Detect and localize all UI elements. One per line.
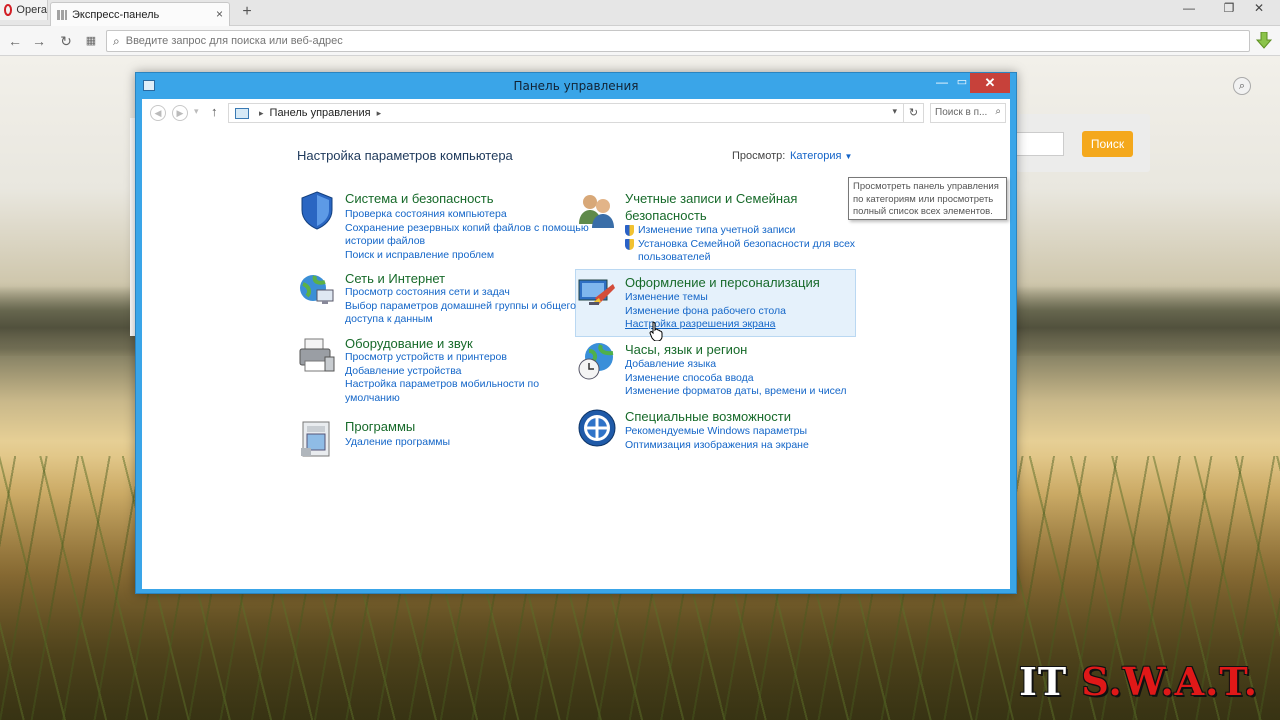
view-by-value: Категория bbox=[790, 150, 842, 162]
search-placeholder: Поиск в п... bbox=[935, 107, 988, 118]
new-tab-button[interactable]: + bbox=[238, 3, 256, 21]
category-title[interactable]: Оформление и персонализация bbox=[625, 274, 865, 291]
watermark-logo: IT S.W.A.T. bbox=[1019, 659, 1258, 704]
breadcrumb[interactable]: ▸ Панель управления ▸ ▾ bbox=[228, 103, 904, 123]
category-link[interactable]: Установка Семейной безопасности для всех… bbox=[625, 238, 875, 265]
category-links: Удаление программы bbox=[345, 436, 595, 450]
category-link[interactable]: Добавление языка bbox=[625, 358, 875, 372]
category-links: Изменение типа учетной записи Установка … bbox=[625, 224, 875, 265]
hand-cursor-icon bbox=[649, 321, 663, 341]
category-link[interactable]: Поиск и исправление проблем bbox=[345, 249, 595, 263]
category-title[interactable]: Оборудование и звук bbox=[345, 335, 585, 352]
nav-back-button[interactable]: ◀ bbox=[150, 105, 166, 121]
category-link[interactable]: Добавление устройства bbox=[345, 365, 595, 379]
address-bar[interactable]: ⌕ bbox=[106, 30, 1250, 52]
clock-globe-icon[interactable] bbox=[577, 341, 617, 381]
appearance-icon[interactable] bbox=[577, 274, 617, 314]
watermark-part-2: S.W.A.T. bbox=[1081, 659, 1258, 704]
back-button[interactable]: ← bbox=[6, 32, 24, 50]
network-globe-icon[interactable] bbox=[297, 270, 337, 310]
browser-maximize-button[interactable]: ❐ bbox=[1216, 0, 1242, 18]
category-link[interactable]: Просмотр устройств и принтеров bbox=[345, 351, 595, 365]
category-links: Просмотр состояния сети и задач Выбор па… bbox=[345, 286, 595, 327]
category-link[interactable]: Проверка состояния компьютера bbox=[345, 208, 595, 222]
category-link[interactable]: Изменение способа ввода bbox=[625, 372, 875, 386]
window-title: Панель управления bbox=[513, 79, 639, 93]
category-link[interactable]: Удаление программы bbox=[345, 436, 595, 450]
watermark-part-1: IT bbox=[1019, 659, 1082, 704]
breadcrumb-item[interactable]: Панель управления bbox=[270, 107, 371, 119]
chevron-down-icon: ▼ bbox=[844, 152, 853, 161]
forward-button[interactable]: → bbox=[30, 32, 48, 50]
category-links: Проверка состояния компьютера Сохранение… bbox=[345, 208, 595, 262]
tab-close-icon[interactable]: × bbox=[216, 7, 223, 21]
view-by-dropdown[interactable]: Категория ▼ bbox=[790, 150, 852, 162]
browser-minimize-button[interactable]: — bbox=[1176, 0, 1202, 18]
browser-toolbar: ← → ↻ ▦ ⌕ bbox=[0, 26, 1280, 56]
category-link[interactable]: Просмотр состояния сети и задач bbox=[345, 286, 595, 300]
download-arrow-icon[interactable] bbox=[1256, 32, 1272, 50]
category-title[interactable]: Специальные возможности bbox=[625, 408, 865, 425]
breadcrumb-separator-icon[interactable]: ▸ bbox=[259, 108, 264, 119]
window-close-button[interactable]: ✕ bbox=[970, 73, 1010, 93]
control-panel-search-input[interactable]: Поиск в п... ⌕ bbox=[930, 103, 1006, 123]
user-accounts-icon[interactable] bbox=[577, 190, 617, 230]
programs-icon[interactable] bbox=[297, 418, 337, 458]
category-link[interactable]: Оптимизация изображения на экране bbox=[625, 439, 875, 453]
category-link[interactable]: Рекомендуемые Windows параметры bbox=[625, 425, 875, 439]
control-panel-window: Панель управления — ▭ ✕ ◀ ▶ ▾ ↑ ▸ Панель… bbox=[135, 72, 1017, 594]
view-by-tooltip: Просмотреть панель управления по категор… bbox=[848, 177, 1007, 220]
security-shield-icon[interactable] bbox=[297, 190, 337, 230]
category-link[interactable]: Изменение темы bbox=[625, 291, 875, 305]
address-input[interactable] bbox=[125, 35, 1126, 47]
browser-tab-bar: Opera Экспресс-панель × + — ❐ ✕ bbox=[0, 0, 1280, 26]
category-link[interactable]: Настройка параметров мобильности по умол… bbox=[345, 378, 595, 405]
navigation-bar: ◀ ▶ ▾ ↑ ▸ Панель управления ▸ ▾ ↻ Поиск … bbox=[142, 99, 1010, 129]
category-links: Добавление языка Изменение способа ввода… bbox=[625, 358, 875, 399]
browser-close-button[interactable]: ✕ bbox=[1246, 0, 1272, 18]
search-icon: ⌕ bbox=[113, 33, 120, 48]
category-title[interactable]: Программы bbox=[345, 418, 585, 435]
category-link[interactable]: Сохранение резервных копий файлов с помо… bbox=[345, 222, 595, 249]
printer-hardware-icon[interactable] bbox=[297, 335, 337, 375]
nav-forward-button[interactable]: ▶ bbox=[172, 105, 188, 121]
category-title[interactable]: Система и безопасность bbox=[345, 190, 585, 207]
recent-locations-icon[interactable]: ▾ bbox=[194, 106, 199, 117]
category-title[interactable]: Учетные записи и Семейная безопасность bbox=[625, 190, 865, 224]
page-title: Настройка параметров компьютера bbox=[297, 148, 513, 163]
speed-dial-search-button[interactable]: Поиск bbox=[1082, 131, 1133, 157]
category-links: Рекомендуемые Windows параметры Оптимиза… bbox=[625, 425, 875, 452]
refresh-button[interactable]: ↻ bbox=[904, 103, 924, 123]
category-title[interactable]: Сеть и Интернет bbox=[345, 270, 585, 287]
category-link[interactable]: Изменение форматов даты, времени и чисел bbox=[625, 385, 875, 399]
control-panel-small-icon bbox=[235, 107, 249, 119]
speed-dial-search-icon[interactable]: ⌕ bbox=[1233, 77, 1251, 95]
category-title[interactable]: Часы, язык и регион bbox=[625, 341, 865, 358]
opera-logo-icon bbox=[4, 4, 13, 16]
category-link[interactable]: Выбор параметров домашней группы и общег… bbox=[345, 300, 595, 327]
category-link[interactable]: Изменение типа учетной записи bbox=[625, 224, 875, 238]
opera-menu-label: Opera bbox=[16, 4, 47, 16]
control-panel-content: ◀ ▶ ▾ ↑ ▸ Панель управления ▸ ▾ ↻ Поиск … bbox=[142, 99, 1010, 589]
category-link[interactable]: Изменение фона рабочего стола bbox=[625, 305, 875, 319]
ease-of-access-icon[interactable] bbox=[577, 408, 617, 448]
tab-title: Экспресс-панель bbox=[72, 8, 160, 21]
search-icon: ⌕ bbox=[995, 106, 1001, 117]
category-links: Просмотр устройств и принтеров Добавлени… bbox=[345, 351, 595, 405]
speed-dial-grid-button[interactable]: ▦ bbox=[82, 32, 100, 50]
opera-menu-button[interactable]: Opera bbox=[0, 0, 48, 20]
tab-speed-dial[interactable]: Экспресс-панель × bbox=[50, 2, 230, 26]
up-arrow-icon[interactable]: ↑ bbox=[211, 104, 218, 119]
speed-dial-icon bbox=[57, 9, 67, 20]
address-dropdown-icon[interactable]: ▾ bbox=[892, 106, 897, 117]
view-by-label: Просмотр: bbox=[732, 150, 786, 162]
reload-button[interactable]: ↻ bbox=[57, 32, 75, 50]
breadcrumb-separator-icon[interactable]: ▸ bbox=[377, 108, 382, 119]
speed-dial-search-input[interactable] bbox=[1016, 132, 1064, 156]
